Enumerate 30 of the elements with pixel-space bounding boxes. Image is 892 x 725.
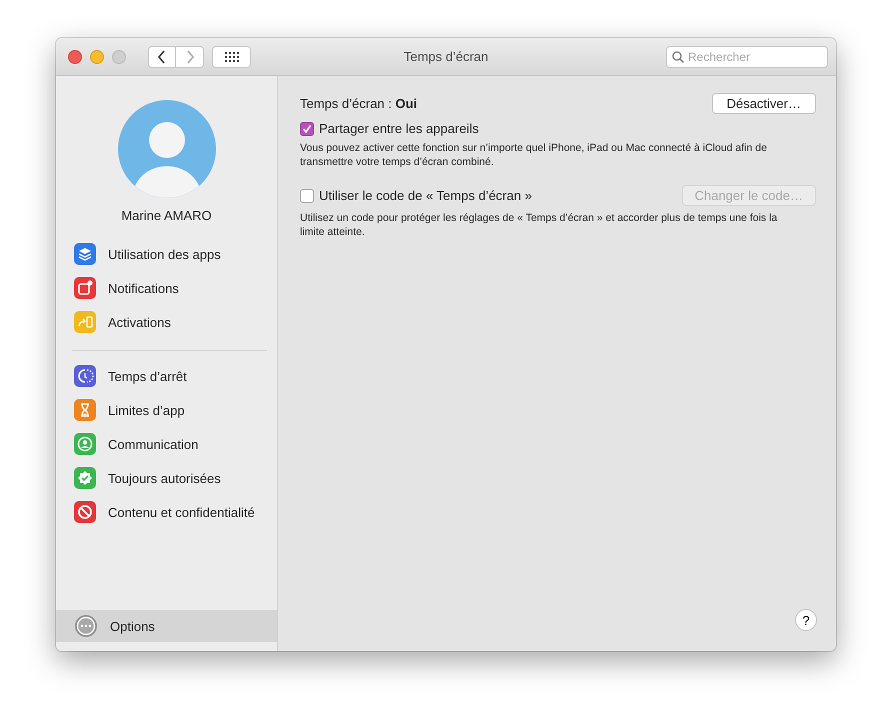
description-text: Utilisez un code pour protéger les réglages de « Temps d’écran » et accorder plus de temps une fois la limite atteinte. <box>300 211 778 239</box>
status-text: Temps d’écran : Oui <box>300 96 418 111</box>
chevron-right-icon <box>184 50 194 64</box>
search-icon <box>672 50 684 62</box>
show-all-button[interactable] <box>212 46 251 68</box>
chevron-left-icon <box>157 50 167 64</box>
sidebar-item[interactable]: Activations <box>56 305 277 339</box>
search-input: Rechercher <box>688 50 808 64</box>
user-name: Marine AMARO <box>121 208 212 223</box>
sidebar-item[interactable]: Communication <box>72 427 267 461</box>
deactivate-button[interactable]: Désactiver… <box>712 93 816 114</box>
ellipsis-icon <box>74 614 98 638</box>
checkbox[interactable]: Partager entre les appareils <box>300 121 479 136</box>
back-button[interactable] <box>148 46 176 68</box>
minimize-button[interactable] <box>90 50 104 64</box>
help-button[interactable]: ? <box>795 609 817 631</box>
checkmark-icon <box>302 124 312 134</box>
sidebar-item[interactable]: Limites d’app <box>72 393 267 427</box>
sidebar-item[interactable]: Notifications <box>56 271 277 305</box>
sidebar-item[interactable]: Utilisation des apps <box>56 237 277 271</box>
sidebar-item[interactable]: Temps d’arrêt <box>72 359 267 393</box>
description-text: Vous pouvez activer cette fonction sur n’importe quel iPhone, iPad ou Mac connecté à iCloud afin de transmettre votre temps d’écran combiné. <box>300 141 768 169</box>
sidebar-item[interactable]: Options <box>56 610 277 642</box>
grid-icon <box>224 50 240 62</box>
window-title: Temps d’écran <box>402 49 490 64</box>
checkbox[interactable]: Utiliser le code de « Temps d’écran » <box>300 188 532 203</box>
sidebar-item[interactable]: Toujours autorisées <box>72 461 267 495</box>
search-field[interactable]: Rechercher <box>666 46 828 68</box>
close-button[interactable] <box>68 50 82 64</box>
sidebar-item[interactable]: Contenu et confidentialité <box>72 495 267 529</box>
